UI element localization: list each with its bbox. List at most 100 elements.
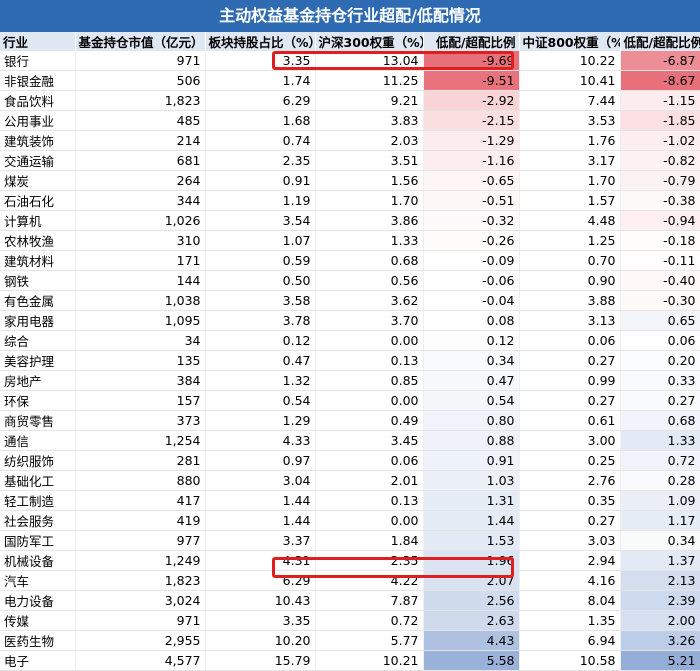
cell-industry: 环保 <box>0 390 76 411</box>
cell-holding-value: 971 <box>75 51 206 71</box>
table-row: 交通运输 681 2.35 3.51 -1.16 3.17 -0.82 <box>0 150 700 171</box>
cell-sector-share: 10.43 <box>205 590 316 611</box>
cell-sector-share: 3.35 <box>205 610 316 631</box>
cell-sector-share: 3.58 <box>205 290 316 311</box>
cell-csi800-weight: 3.13 <box>519 310 621 331</box>
cell-holding-value: 34 <box>75 330 206 351</box>
table-row: 钢铁 144 0.50 0.56 -0.06 0.90 -0.40 <box>0 270 700 291</box>
cell-csi300-weight: 0.06 <box>315 450 424 471</box>
cell-csi300-over-under: 1.03 <box>423 470 520 491</box>
cell-csi800-over-under: 5.21 <box>620 650 700 671</box>
table-row: 通信 1,254 4.33 3.45 0.88 3.00 1.33 <box>0 430 700 451</box>
cell-csi300-over-under: -2.15 <box>423 110 520 131</box>
table-row: 基础化工 880 3.04 2.01 1.03 2.76 0.28 <box>0 470 700 491</box>
cell-csi800-over-under: -8.67 <box>620 70 700 91</box>
table-row: 电子 4,577 15.79 10.21 5.58 10.58 5.21 <box>0 650 700 671</box>
table-row: 有色金属 1,038 3.58 3.62 -0.04 3.88 -0.30 <box>0 290 700 311</box>
cell-sector-share: 0.97 <box>205 450 316 471</box>
cell-csi800-over-under: -0.38 <box>620 190 700 211</box>
cell-industry: 电子 <box>0 650 76 671</box>
cell-sector-share: 3.54 <box>205 210 316 231</box>
cell-csi800-over-under: 3.26 <box>620 630 700 651</box>
table-row: 公用事业 485 1.68 3.83 -2.15 3.53 -1.85 <box>0 110 700 131</box>
cell-csi300-over-under: -9.69 <box>423 51 520 71</box>
cell-industry: 国防军工 <box>0 530 76 551</box>
cell-csi300-weight: 2.03 <box>315 130 424 151</box>
header-csi800-over-under: 低配/超配比例 <box>620 32 700 51</box>
cell-sector-share: 6.29 <box>205 90 316 111</box>
table-row: 银行 971 3.35 13.04 -9.69 10.22 -6.87 <box>0 51 700 71</box>
table-row: 综合 34 0.12 0.00 0.12 0.06 0.06 <box>0 330 700 351</box>
cell-sector-share: 3.37 <box>205 530 316 551</box>
table-row: 传媒 971 3.35 0.72 2.63 1.35 2.00 <box>0 610 700 631</box>
cell-industry: 公用事业 <box>0 110 76 131</box>
cell-holding-value: 4,577 <box>75 650 206 671</box>
cell-csi300-weight: 0.13 <box>315 490 424 511</box>
header-csi800-weight: 中证800权重（%） <box>519 32 621 51</box>
cell-holding-value: 1,823 <box>75 90 206 111</box>
cell-holding-value: 1,038 <box>75 290 206 311</box>
table-row: 国防军工 977 3.37 1.84 1.53 3.03 0.34 <box>0 530 700 551</box>
cell-csi300-over-under: 0.88 <box>423 430 520 451</box>
cell-csi800-weight: 2.94 <box>519 550 621 571</box>
cell-csi300-over-under: -9.51 <box>423 70 520 91</box>
cell-csi300-over-under: 5.58 <box>423 650 520 671</box>
cell-holding-value: 2,955 <box>75 630 206 651</box>
cell-sector-share: 4.31 <box>205 550 316 571</box>
cell-csi800-weight: 1.25 <box>519 230 621 251</box>
cell-csi800-over-under: 0.06 <box>620 330 700 351</box>
cell-holding-value: 1,249 <box>75 550 206 571</box>
cell-sector-share: 6.29 <box>205 570 316 591</box>
cell-csi800-over-under: -0.79 <box>620 170 700 191</box>
cell-industry: 商贸零售 <box>0 410 76 431</box>
cell-sector-share: 0.47 <box>205 350 316 371</box>
cell-csi800-over-under: 0.20 <box>620 350 700 371</box>
cell-csi800-weight: 2.76 <box>519 470 621 491</box>
cell-csi300-weight: 0.49 <box>315 410 424 431</box>
cell-holding-value: 417 <box>75 490 206 511</box>
cell-industry: 计算机 <box>0 210 76 231</box>
cell-csi800-weight: 0.35 <box>519 490 621 511</box>
cell-holding-value: 135 <box>75 350 206 371</box>
table-row: 社会服务 419 1.44 0.00 1.44 0.27 1.17 <box>0 510 700 531</box>
cell-csi800-over-under: 2.00 <box>620 610 700 631</box>
cell-sector-share: 1.44 <box>205 490 316 511</box>
cell-sector-share: 1.68 <box>205 110 316 131</box>
cell-holding-value: 157 <box>75 390 206 411</box>
industry-allocation-table: 行业 基金持仓市值（亿元） 板块持股占比（%） 沪深300权重（%） 低配/超配… <box>0 32 700 671</box>
table-row: 建筑材料 171 0.59 0.68 -0.09 0.70 -0.11 <box>0 250 700 271</box>
table-row: 非银金融 506 1.74 11.25 -9.51 10.41 -8.67 <box>0 70 700 91</box>
cell-industry: 家用电器 <box>0 310 76 331</box>
cell-csi300-weight: 3.70 <box>315 310 424 331</box>
cell-industry: 银行 <box>0 51 76 71</box>
cell-holding-value: 1,254 <box>75 430 206 451</box>
cell-csi300-weight: 0.00 <box>315 510 424 531</box>
cell-holding-value: 1,823 <box>75 570 206 591</box>
cell-csi800-weight: 0.25 <box>519 450 621 471</box>
cell-industry: 通信 <box>0 430 76 451</box>
cell-csi800-over-under: 1.17 <box>620 510 700 531</box>
cell-csi800-weight: 0.27 <box>519 510 621 531</box>
cell-holding-value: 214 <box>75 130 206 151</box>
cell-csi300-over-under: 0.54 <box>423 390 520 411</box>
cell-csi300-over-under: -0.06 <box>423 270 520 291</box>
cell-holding-value: 310 <box>75 230 206 251</box>
cell-csi300-weight: 7.87 <box>315 590 424 611</box>
table-row: 机械设备 1,249 4.31 2.35 1.96 2.94 1.37 <box>0 550 700 571</box>
cell-csi300-over-under: 2.56 <box>423 590 520 611</box>
cell-industry: 汽车 <box>0 570 76 591</box>
cell-csi800-over-under: -1.02 <box>620 130 700 151</box>
cell-csi300-weight: 2.01 <box>315 470 424 491</box>
cell-holding-value: 3,024 <box>75 590 206 611</box>
cell-csi800-over-under: 0.28 <box>620 470 700 491</box>
cell-csi300-over-under: 0.47 <box>423 370 520 391</box>
header-csi300-weight: 沪深300权重（%） <box>315 32 424 51</box>
cell-csi800-weight: 4.16 <box>519 570 621 591</box>
cell-csi800-weight: 10.58 <box>519 650 621 671</box>
cell-csi300-over-under: -2.92 <box>423 90 520 111</box>
cell-csi300-over-under: -1.16 <box>423 150 520 171</box>
cell-csi800-weight: 0.27 <box>519 390 621 411</box>
cell-csi300-weight: 3.83 <box>315 110 424 131</box>
cell-holding-value: 1,095 <box>75 310 206 331</box>
cell-holding-value: 384 <box>75 370 206 391</box>
